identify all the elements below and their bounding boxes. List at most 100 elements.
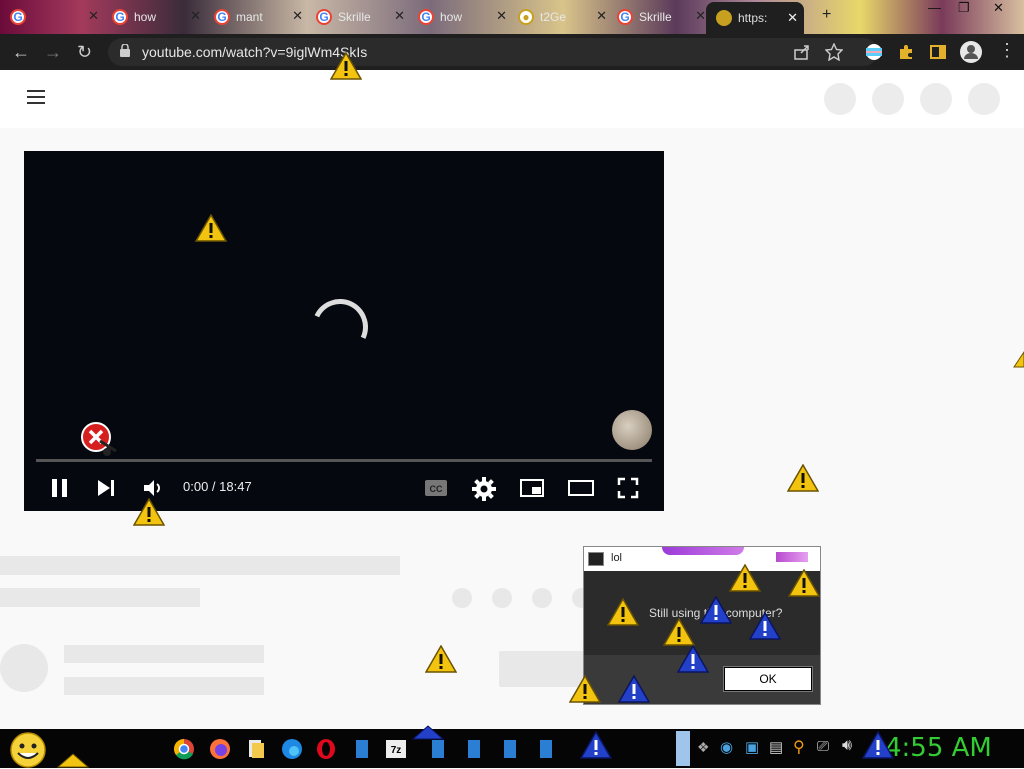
browser-tab[interactable]: G ✕ — [10, 4, 105, 30]
theater-mode-icon[interactable] — [567, 479, 595, 497]
tray-icon[interactable]: ▣ — [745, 738, 759, 756]
reload-icon[interactable]: ↻ — [77, 42, 92, 63]
browser-tab[interactable]: G mant ✕ — [214, 4, 309, 30]
share-icon[interactable] — [793, 43, 811, 61]
restore-icon[interactable]: ❐ — [958, 0, 970, 16]
taskbar-clock[interactable]: 4:55 AM — [885, 733, 992, 763]
svg-text:CC: CC — [430, 484, 443, 494]
hamburger-menu-icon[interactable] — [27, 90, 45, 108]
file-taskbar-icon[interactable] — [244, 737, 268, 761]
placeholder-circle — [824, 83, 856, 115]
progress-bar[interactable] — [36, 459, 652, 462]
google-icon: G — [617, 9, 633, 25]
settings-gear-icon[interactable] — [472, 477, 496, 501]
tab-close-icon[interactable]: ✕ — [88, 8, 99, 24]
avatar-placeholder — [0, 644, 48, 692]
info-warning-icon — [862, 731, 894, 759]
side-panel-icon[interactable] — [929, 43, 947, 61]
tray-scrollbar[interactable] — [676, 731, 690, 766]
browser-toolbar: ← → ↻ youtube.com/watch?v=9iglWm4SkIs ⋮ — [0, 34, 1024, 70]
ok-button[interactable]: OK — [723, 666, 813, 692]
tab-label: https: — [738, 11, 768, 25]
warning-icon — [425, 645, 457, 673]
app-taskbar-icon[interactable] — [498, 737, 522, 761]
tray-icon[interactable]: ▤ — [769, 738, 783, 756]
title-placeholder — [0, 556, 400, 575]
network-tray-icon[interactable]: ⎚ — [817, 738, 829, 755]
app-taskbar-icon[interactable] — [350, 737, 374, 761]
edge-taskbar-icon[interactable] — [280, 737, 304, 761]
lock-icon — [120, 44, 130, 57]
warning-icon — [787, 464, 819, 492]
error-cursor-icon — [81, 422, 117, 456]
browser-tab[interactable]: G how ✕ — [112, 4, 207, 30]
address-bar[interactable]: youtube.com/watch?v=9iglWm4SkIs — [108, 38, 878, 66]
info-warning-icon — [618, 675, 650, 703]
youtube-header — [0, 70, 1024, 128]
info-warning-icon — [700, 596, 732, 624]
app-icon — [588, 552, 604, 566]
tab-close-icon[interactable]: ✕ — [787, 10, 798, 26]
7zip-taskbar-icon[interactable]: 7z — [384, 737, 408, 761]
tab-close-icon[interactable]: ✕ — [394, 8, 405, 24]
tray-icon[interactable]: ◉ — [720, 738, 733, 756]
profile-avatar-icon[interactable] — [960, 41, 982, 63]
tab-close-icon[interactable]: ✕ — [695, 8, 706, 24]
volume-tray-icon[interactable]: 🔊︎ — [842, 737, 852, 755]
browser-tab-active[interactable]: ● https: ✕ — [706, 2, 804, 34]
captions-icon[interactable]: CC — [424, 478, 448, 498]
new-tab-icon[interactable]: + — [822, 6, 831, 24]
browser-tab[interactable]: G Skrille ✕ — [316, 4, 411, 30]
google-icon: G — [10, 9, 26, 25]
app-taskbar-icon[interactable] — [426, 737, 450, 761]
placeholder-circle — [872, 83, 904, 115]
placeholder-dot — [532, 588, 552, 608]
placeholder-dot — [492, 588, 512, 608]
next-icon[interactable] — [96, 477, 116, 499]
warning-icon — [663, 618, 695, 646]
info-warning-icon — [749, 612, 781, 640]
forward-icon[interactable]: → — [44, 42, 62, 63]
warning-icon — [330, 52, 362, 80]
subtitle-placeholder — [0, 588, 200, 607]
loading-spinner — [304, 291, 376, 363]
chrome-taskbar-icon[interactable] — [172, 737, 196, 761]
video-player[interactable]: 0:00 / 18:47 CC — [24, 151, 664, 511]
dropbox-tray-icon[interactable]: ❖ — [697, 739, 710, 756]
back-icon[interactable]: ← — [12, 42, 30, 63]
miniplayer-icon[interactable] — [519, 478, 545, 498]
tab-label: Skrille — [639, 10, 672, 24]
pause-icon[interactable] — [50, 477, 70, 499]
extensions-puzzle-icon[interactable] — [897, 43, 915, 61]
extension-flag-icon[interactable] — [865, 43, 883, 61]
warning-icon — [57, 753, 89, 768]
tab-close-icon[interactable]: ✕ — [190, 8, 201, 24]
volume-icon[interactable] — [142, 477, 164, 499]
more-menu-icon[interactable]: ⋮ — [998, 40, 1016, 61]
firefox-taskbar-icon[interactable] — [208, 737, 232, 761]
browser-tab[interactable]: G Skrille ✕ — [617, 4, 712, 30]
site-icon: ● — [518, 9, 534, 25]
placeholder-circle — [968, 83, 1000, 115]
bookmark-star-icon[interactable] — [825, 43, 843, 61]
placeholder-dot — [452, 588, 472, 608]
tab-close-icon[interactable]: ✕ — [496, 8, 507, 24]
tab-close-icon[interactable]: ✕ — [596, 8, 607, 24]
browser-tab[interactable]: G how ✕ — [418, 4, 513, 30]
dialog-titlebar[interactable]: lol — [584, 547, 820, 571]
tab-label: how — [440, 10, 463, 24]
browser-tab[interactable]: ● t2Ge ✕ — [518, 4, 613, 30]
app-taskbar-icon[interactable] — [534, 737, 558, 761]
tab-close-icon[interactable]: ✕ — [292, 8, 303, 24]
app-taskbar-icon[interactable] — [462, 737, 486, 761]
tab-label: how — [134, 10, 157, 24]
start-smiley-icon[interactable] — [8, 731, 48, 769]
minimize-icon[interactable]: — — [928, 0, 941, 15]
google-icon: G — [418, 9, 434, 25]
search-tray-icon[interactable]: ⚲ — [793, 737, 805, 757]
title-decoration — [776, 552, 808, 562]
opera-taskbar-icon[interactable] — [314, 737, 338, 761]
close-window-icon[interactable]: ✕ — [993, 0, 1004, 16]
fullscreen-icon[interactable] — [617, 477, 639, 499]
channel-avatar[interactable] — [612, 410, 652, 450]
